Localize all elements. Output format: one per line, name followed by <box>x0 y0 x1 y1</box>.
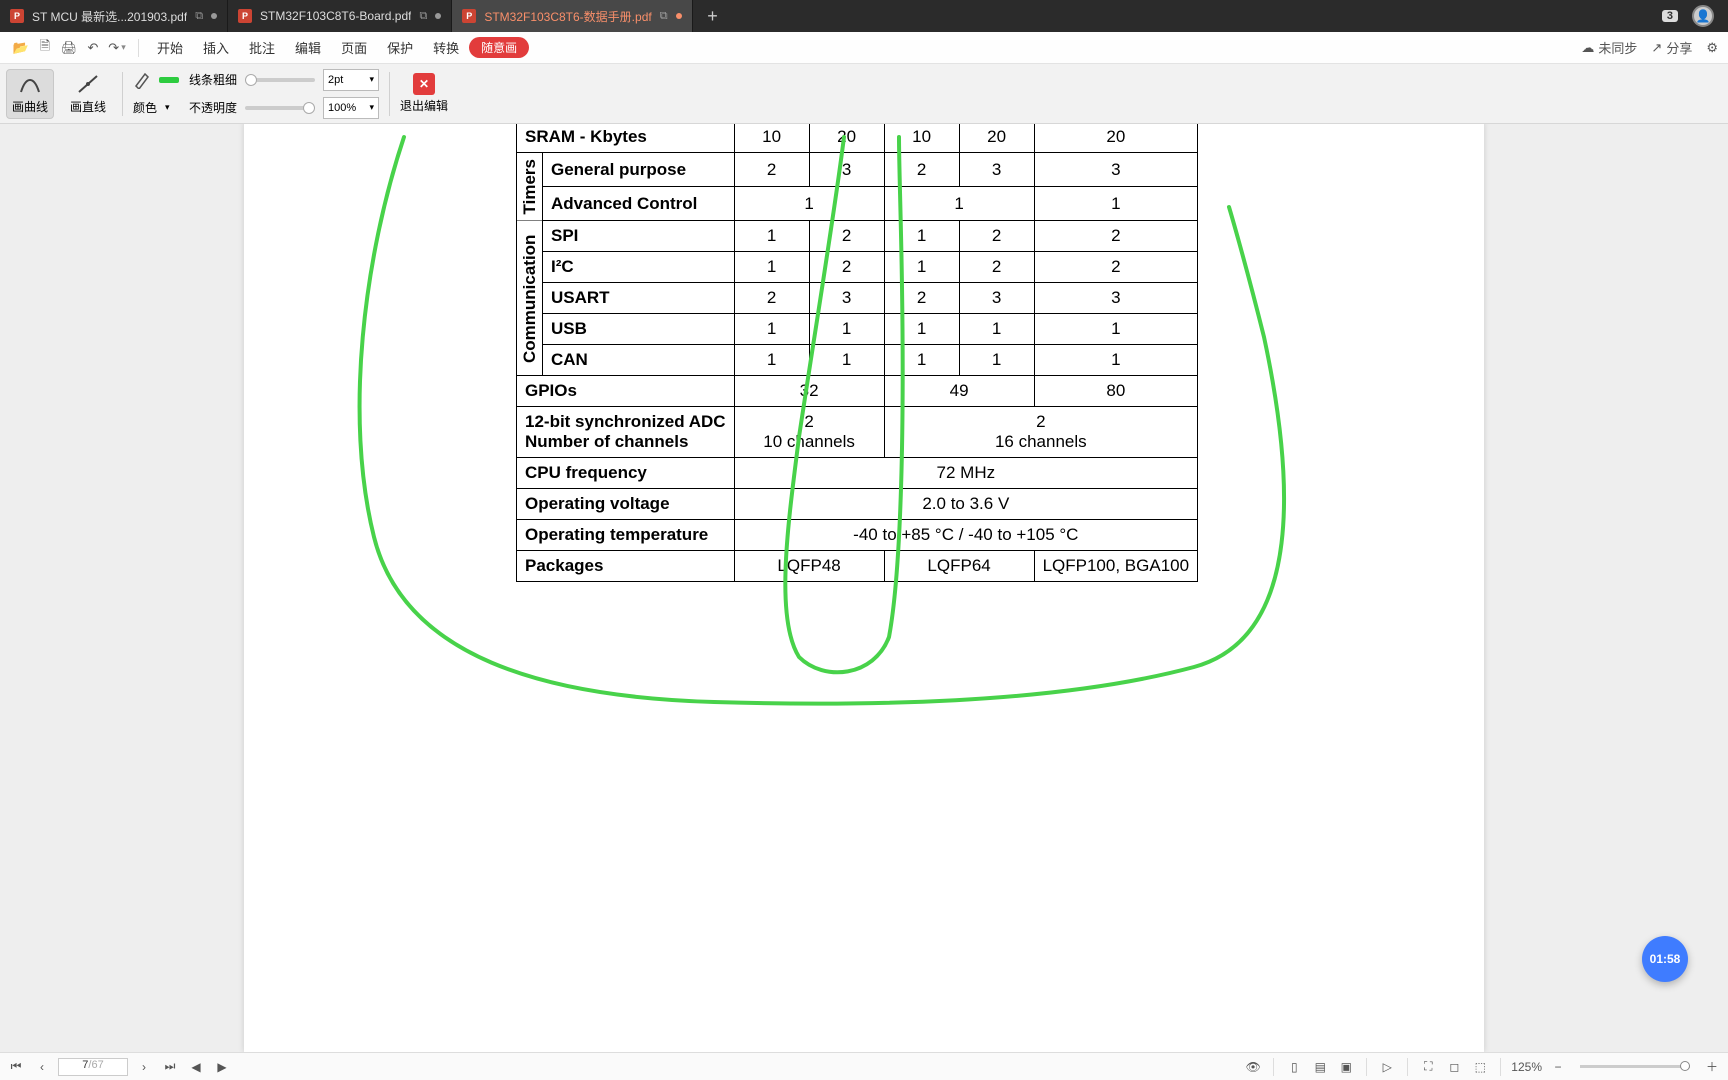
page-input[interactable]: 7/67 <box>58 1058 128 1076</box>
tab-2[interactable]: P STM32F103C8T6-数据手册.pdf ⧉ <box>452 0 692 32</box>
notification-badge[interactable]: 3 <box>1662 10 1678 22</box>
nav-right-icon[interactable]: ▶ <box>212 1057 232 1077</box>
exit-edit-button[interactable]: ✕ 退出编辑 <box>400 73 448 114</box>
next-page-icon[interactable]: › <box>134 1057 154 1077</box>
menu-edit[interactable]: 编辑 <box>285 38 331 57</box>
pdf-icon: P <box>462 9 476 23</box>
prev-page-icon[interactable]: ‹ <box>32 1057 52 1077</box>
first-page-icon[interactable]: ⏮ <box>6 1057 26 1077</box>
fit-icon[interactable]: ⛶ <box>1418 1057 1438 1077</box>
save-icon[interactable]: 🗎 <box>34 37 56 59</box>
play-icon[interactable]: ▷ <box>1377 1057 1397 1077</box>
curve-icon <box>18 72 42 96</box>
close-icon: ✕ <box>413 73 435 95</box>
tab-close-icon[interactable] <box>676 13 682 19</box>
menu-page[interactable]: 页面 <box>331 38 377 57</box>
menu-start[interactable]: 开始 <box>147 38 193 57</box>
titlebar: P ST MCU 最新选...201903.pdf ⧉ P STM32F103C… <box>0 0 1728 32</box>
pen-icon <box>133 71 151 89</box>
nav-left-icon[interactable]: ◀ <box>186 1057 206 1077</box>
thickness-combo[interactable]: 2pt▾ <box>323 69 379 91</box>
settings-icon[interactable]: ⚙ <box>1706 40 1718 56</box>
draw-options-toolbar: 画曲线 画直线 颜色▾ 线条粗细 2pt▾ 不透明度 100%▾ ✕ 退出编辑 <box>0 64 1728 124</box>
opacity-slider[interactable] <box>245 106 315 110</box>
avatar[interactable]: 👤 <box>1692 5 1714 27</box>
redo-icon[interactable]: ↷▾ <box>106 37 128 59</box>
main-toolbar: 📂 🗎 🖨 ↶ ↷▾ 开始 插入 批注 编辑 页面 保护 转换 随意画 ☁ 未同… <box>0 32 1728 64</box>
menu-protect[interactable]: 保护 <box>377 38 423 57</box>
single-page-icon[interactable]: ▯ <box>1284 1057 1304 1077</box>
curve-tool-button[interactable]: 画曲线 <box>6 69 54 119</box>
menu-annot[interactable]: 批注 <box>239 38 285 57</box>
menu-insert[interactable]: 插入 <box>193 38 239 57</box>
timer-badge[interactable]: 01:58 <box>1642 936 1688 982</box>
pdf-icon: P <box>10 9 24 23</box>
tab-label: STM32F103C8T6-Board.pdf <box>260 9 411 23</box>
spec-table: SRAM - Kbytes 1020 1020 20 Timers Genera… <box>516 124 1198 582</box>
popout-icon[interactable]: ⧉ <box>660 10 668 23</box>
zoom-value[interactable]: 125% <box>1511 1060 1542 1074</box>
tab-label: ST MCU 最新选...201903.pdf <box>32 8 187 25</box>
zoom-out-icon[interactable]: − <box>1548 1057 1568 1077</box>
freehand-pill[interactable]: 随意画 <box>469 37 529 58</box>
color-swatch <box>159 77 179 83</box>
line-tool-button[interactable]: 画直线 <box>64 69 112 119</box>
sync-button[interactable]: ☁ 未同步 <box>1581 38 1637 57</box>
popout-icon[interactable]: ⧉ <box>195 10 203 23</box>
two-page-icon[interactable]: ▣ <box>1336 1057 1356 1077</box>
share-button[interactable]: ↗ 分享 <box>1651 38 1692 57</box>
fit-width-icon[interactable]: ⬚ <box>1470 1057 1490 1077</box>
continuous-icon[interactable]: ▤ <box>1310 1057 1330 1077</box>
zoom-slider[interactable] <box>1580 1065 1690 1068</box>
eye-icon[interactable]: 👁 <box>1243 1057 1263 1077</box>
tab-0[interactable]: P ST MCU 最新选...201903.pdf ⧉ <box>0 0 228 32</box>
undo-icon[interactable]: ↶ <box>82 37 104 59</box>
status-bar: ⏮ ‹ 7/67 › ⏭ ◀ ▶ 👁 ▯ ▤ ▣ ▷ ⛶ ◻ ⬚ 125% − … <box>0 1052 1728 1080</box>
menu-convert[interactable]: 转换 <box>423 38 469 57</box>
thickness-slider[interactable] <box>245 78 315 82</box>
zoom-in-icon[interactable]: ＋ <box>1702 1057 1722 1077</box>
print-icon[interactable]: 🖨 <box>58 37 80 59</box>
line-icon <box>76 72 100 96</box>
tab-1[interactable]: P STM32F103C8T6-Board.pdf ⧉ <box>228 0 452 32</box>
tab-label: STM32F103C8T6-数据手册.pdf <box>484 8 651 25</box>
last-page-icon[interactable]: ⏭ <box>160 1057 180 1077</box>
pdf-icon: P <box>238 9 252 23</box>
opacity-combo[interactable]: 100%▾ <box>323 97 379 119</box>
open-icon[interactable]: 📂 <box>10 37 32 59</box>
document-viewport[interactable]: SRAM - Kbytes 1020 1020 20 Timers Genera… <box>0 124 1728 1052</box>
popout-icon[interactable]: ⧉ <box>419 10 427 23</box>
pdf-page: SRAM - Kbytes 1020 1020 20 Timers Genera… <box>244 124 1484 1052</box>
tab-close-icon[interactable] <box>435 13 441 19</box>
crop-icon[interactable]: ◻ <box>1444 1057 1464 1077</box>
tab-close-icon[interactable] <box>211 13 217 19</box>
new-tab-button[interactable]: + <box>693 0 733 32</box>
